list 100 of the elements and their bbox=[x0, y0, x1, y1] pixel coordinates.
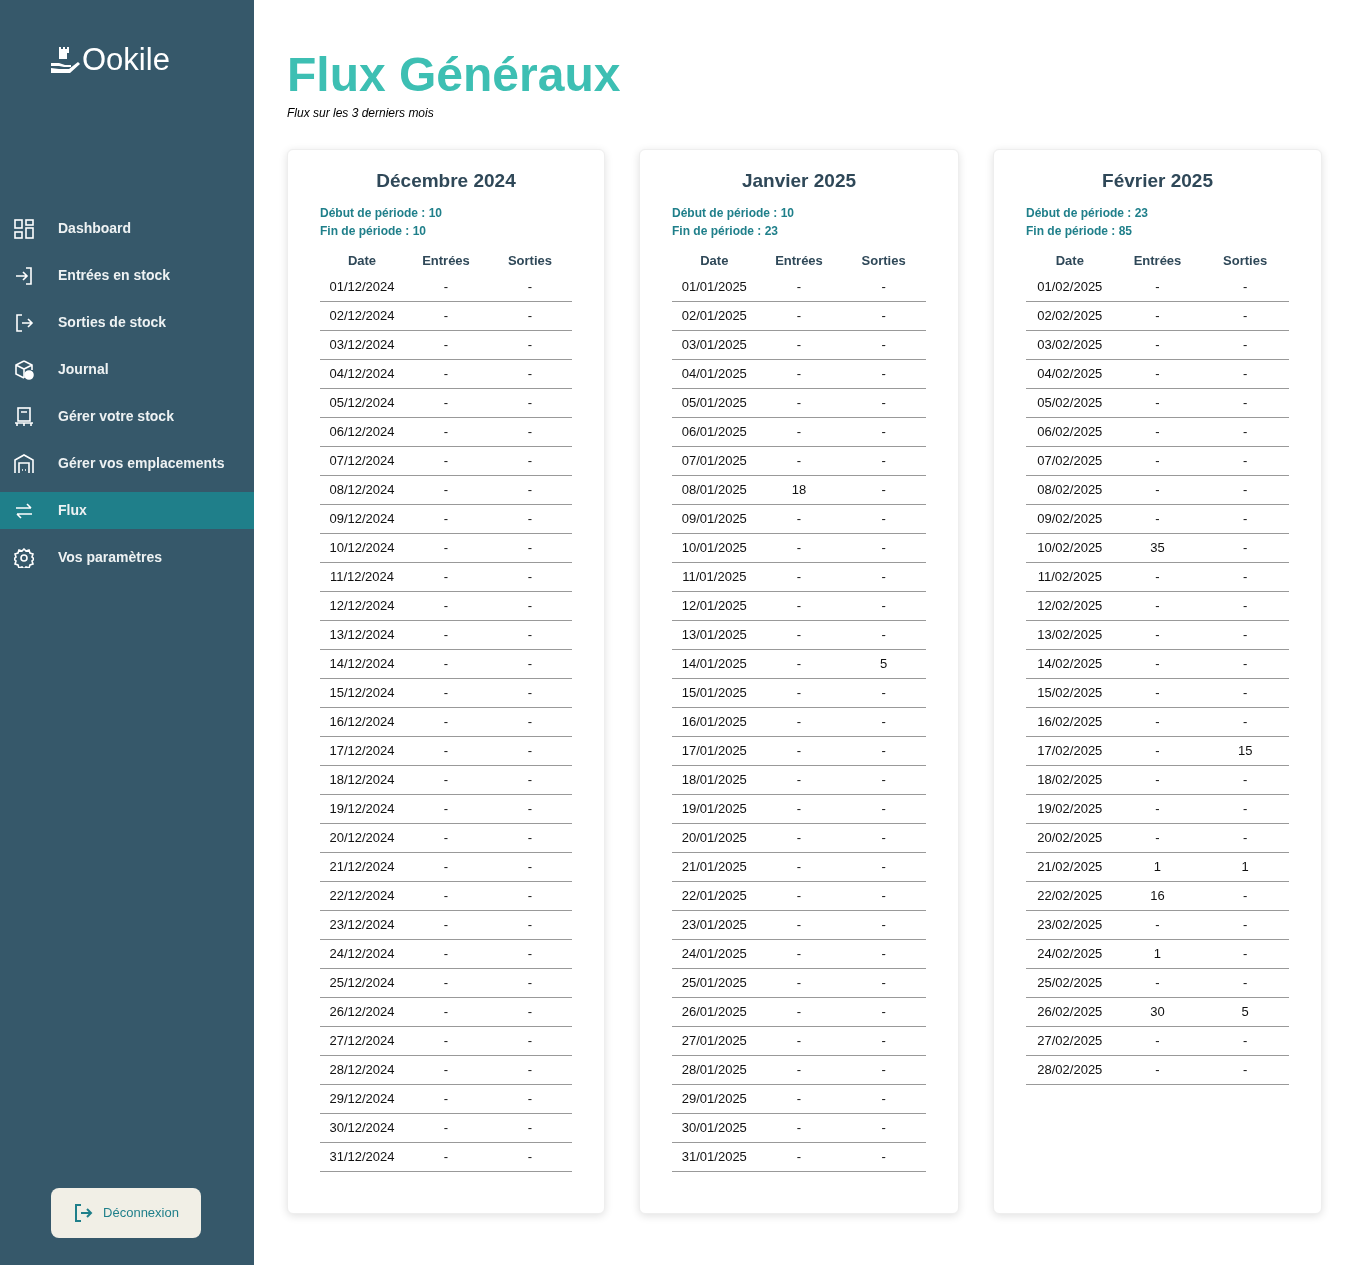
table-cell: - bbox=[488, 968, 572, 997]
table-cell: - bbox=[841, 1113, 926, 1142]
table-cell: 08/01/2025 bbox=[672, 475, 757, 504]
table-cell: - bbox=[756, 997, 842, 1026]
table-cell: - bbox=[1201, 620, 1289, 649]
table-cell: - bbox=[1201, 823, 1289, 852]
table-cell: 12/12/2024 bbox=[320, 591, 404, 620]
table-cell: 18 bbox=[756, 475, 842, 504]
table-cell: - bbox=[1201, 272, 1289, 301]
table-cell: - bbox=[1113, 823, 1202, 852]
table-cell: 01/02/2025 bbox=[1026, 272, 1114, 301]
table-cell: - bbox=[1113, 765, 1202, 794]
nav-item[interactable]: Flux bbox=[0, 492, 254, 529]
table-cell: - bbox=[1113, 736, 1202, 765]
table-cell: 1 bbox=[1113, 939, 1202, 968]
table-cell: - bbox=[756, 446, 842, 475]
table-cell: - bbox=[1201, 359, 1289, 388]
table-cell: - bbox=[841, 533, 926, 562]
table-cell: - bbox=[404, 852, 488, 881]
table-cell: 28/12/2024 bbox=[320, 1055, 404, 1084]
table-cell: - bbox=[404, 1026, 488, 1055]
table-cell: - bbox=[841, 765, 926, 794]
table-cell: - bbox=[756, 968, 842, 997]
table-cell: - bbox=[756, 591, 842, 620]
nav-item[interactable]: Journal bbox=[0, 351, 254, 388]
nav-item[interactable]: Sorties de stock bbox=[0, 304, 254, 341]
table-cell: - bbox=[488, 794, 572, 823]
logout-button[interactable]: Déconnexion bbox=[51, 1188, 201, 1238]
table-cell: 16 bbox=[1113, 881, 1202, 910]
table-cell: 19/01/2025 bbox=[672, 794, 757, 823]
table-cell: - bbox=[756, 504, 842, 533]
table-cell: - bbox=[404, 446, 488, 475]
table-cell: 28/02/2025 bbox=[1026, 1055, 1114, 1084]
table-cell: 04/01/2025 bbox=[672, 359, 757, 388]
table-cell: - bbox=[488, 736, 572, 765]
period-start: Début de période : 23 bbox=[1026, 205, 1150, 222]
table-cell: - bbox=[756, 620, 842, 649]
table-cell: - bbox=[1113, 359, 1202, 388]
table-cell: 02/01/2025 bbox=[672, 301, 757, 330]
nav-item[interactable]: Dashboard bbox=[0, 210, 254, 247]
table-cell: 22/02/2025 bbox=[1026, 881, 1114, 910]
table-cell: - bbox=[756, 1142, 842, 1171]
table-cell: 15/01/2025 bbox=[672, 678, 757, 707]
column-header: Entrées bbox=[1132, 252, 1183, 271]
table-cell: - bbox=[841, 794, 926, 823]
table-cell: - bbox=[756, 678, 842, 707]
table-cell: - bbox=[404, 359, 488, 388]
table-cell: 17/12/2024 bbox=[320, 736, 404, 765]
column-header: Entrées bbox=[774, 252, 824, 271]
table-cell: - bbox=[1201, 388, 1289, 417]
table-cell: - bbox=[756, 1084, 842, 1113]
table-cell: 02/02/2025 bbox=[1026, 301, 1114, 330]
table-cell: - bbox=[404, 881, 488, 910]
table-cell: 24/01/2025 bbox=[672, 939, 757, 968]
table-cell: 26/02/2025 bbox=[1026, 997, 1114, 1026]
table-cell: - bbox=[1113, 910, 1202, 939]
table-cell: - bbox=[404, 272, 488, 301]
table-cell: - bbox=[404, 1113, 488, 1142]
table-cell: 22/01/2025 bbox=[672, 881, 757, 910]
month-title: Décembre 2024 bbox=[375, 169, 517, 193]
table-cell: - bbox=[1201, 475, 1289, 504]
table-cell: - bbox=[1201, 1055, 1289, 1084]
table-cell: 5 bbox=[1201, 997, 1289, 1026]
table-cell: - bbox=[756, 1055, 842, 1084]
table-cell: - bbox=[404, 417, 488, 446]
table-cell: - bbox=[488, 910, 572, 939]
table-cell: 09/01/2025 bbox=[672, 504, 757, 533]
table-cell: - bbox=[841, 736, 926, 765]
table-cell: 06/01/2025 bbox=[672, 417, 757, 446]
table-cell: - bbox=[841, 388, 926, 417]
table-cell: 08/02/2025 bbox=[1026, 475, 1114, 504]
table-cell: - bbox=[841, 997, 926, 1026]
table-cell: 04/12/2024 bbox=[320, 359, 404, 388]
table-cell: 19/02/2025 bbox=[1026, 794, 1114, 823]
nav-item[interactable]: Entrées en stock bbox=[0, 257, 254, 294]
table-cell: - bbox=[1113, 417, 1202, 446]
table-cell: 05/02/2025 bbox=[1026, 388, 1114, 417]
table-cell: - bbox=[488, 533, 572, 562]
nav-item[interactable]: Gérer votre stock bbox=[0, 398, 254, 435]
table-cell: 1 bbox=[1201, 852, 1289, 881]
nav-item[interactable]: Gérer vos emplacements bbox=[0, 445, 254, 482]
table-cell: - bbox=[488, 620, 572, 649]
table-cell: 18/12/2024 bbox=[320, 765, 404, 794]
table-cell: 21/02/2025 bbox=[1026, 852, 1114, 881]
column-header: Sorties bbox=[1222, 252, 1269, 271]
table-cell: 13/01/2025 bbox=[672, 620, 757, 649]
table-cell: - bbox=[841, 301, 926, 330]
table-cell: - bbox=[488, 997, 572, 1026]
table-cell: - bbox=[756, 359, 842, 388]
nav-item[interactable]: Vos paramètres bbox=[0, 539, 254, 576]
table-cell: 11/12/2024 bbox=[320, 562, 404, 591]
table-cell: 07/12/2024 bbox=[320, 446, 404, 475]
table-cell: - bbox=[1201, 881, 1289, 910]
table-cell: - bbox=[1201, 707, 1289, 736]
table-cell: - bbox=[841, 1026, 926, 1055]
table-cell: 29/01/2025 bbox=[672, 1084, 757, 1113]
table-cell: 05/12/2024 bbox=[320, 388, 404, 417]
exit-icon bbox=[14, 312, 34, 333]
table-cell: - bbox=[756, 1113, 842, 1142]
page-title: Flux Généraux bbox=[287, 47, 622, 103]
